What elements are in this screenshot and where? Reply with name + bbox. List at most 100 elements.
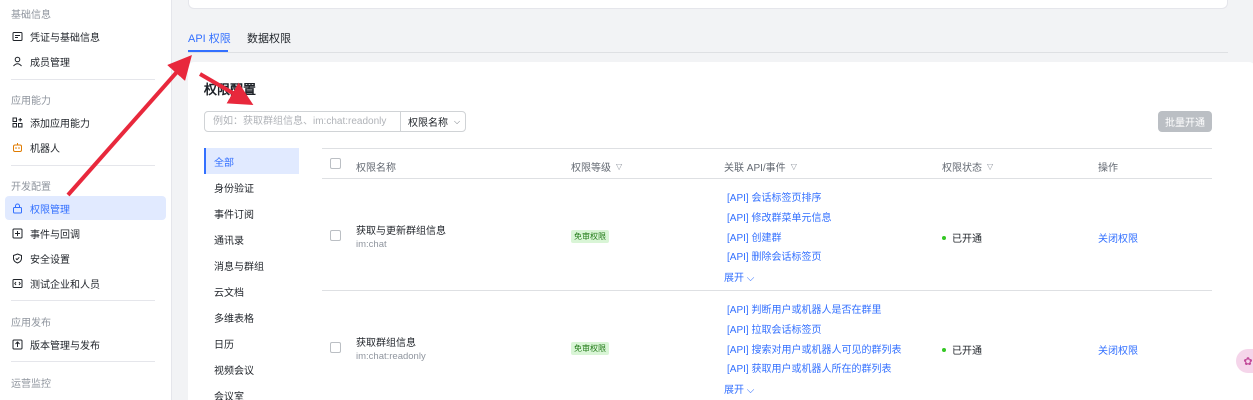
filter-icon[interactable]: ▽ xyxy=(616,162,622,171)
header-label: 权限状态 xyxy=(942,163,982,174)
header-action: 操作 xyxy=(1098,159,1118,174)
sidebar-item-versions[interactable]: 版本管理与发布 xyxy=(5,332,166,356)
id-card-icon xyxy=(12,31,23,42)
sidebar-item-events[interactable]: 事件与回调 xyxy=(5,221,166,245)
group-title-monitoring: 运营监控 xyxy=(11,379,51,390)
user-icon xyxy=(12,56,23,67)
shield-icon xyxy=(12,252,23,264)
apps-add-icon xyxy=(12,117,23,128)
header-status: 权限状态 ▽ xyxy=(942,159,993,174)
tab-label: API 权限 xyxy=(188,33,231,45)
tab-api-permissions[interactable]: API 权限 xyxy=(188,30,231,46)
category-item[interactable]: 多维表格 xyxy=(204,304,299,330)
permission-name: 获取群组信息 xyxy=(356,338,416,349)
sidebar-item-label: 权限管理 xyxy=(30,204,70,216)
group-title-capabilities: 应用能力 xyxy=(11,96,51,107)
category-item[interactable]: 会议室 xyxy=(204,382,299,400)
permission-code: im:chat xyxy=(356,239,387,250)
table-row: 获取群组信息 im:chat:readonly 免审权限 [API] 判断用户或… xyxy=(322,291,1212,400)
sidebar-divider xyxy=(11,300,155,301)
table-header: 权限名称 权限等级 ▽ 关联 API/事件 ▽ 权限状态 ▽ 操作 xyxy=(322,148,1212,179)
status-label: 已开通 xyxy=(952,234,982,245)
category-item[interactable]: 通讯录 xyxy=(204,226,299,252)
header-label: 权限名称 xyxy=(356,163,396,174)
expand-button[interactable]: 展开 ⌵ xyxy=(724,381,754,396)
api-link[interactable]: [API] 删除会话标签页 xyxy=(727,248,821,263)
status-indicator: 已开通 xyxy=(942,342,982,357)
category-item[interactable]: 事件订阅 xyxy=(204,200,299,226)
api-link[interactable]: [API] 会话标签页排序 xyxy=(727,189,821,204)
tab-active-indicator xyxy=(188,50,228,52)
select-value: 权限名称 xyxy=(408,118,448,129)
tabs: API 权限 数据权限 xyxy=(188,22,1228,53)
api-link[interactable]: [API] 修改群菜单元信息 xyxy=(727,209,831,224)
api-link[interactable]: [API] 创建群 xyxy=(727,229,781,244)
filter-icon[interactable]: ▽ xyxy=(987,162,993,171)
category-item[interactable]: 视频会议 xyxy=(204,356,299,382)
top-card xyxy=(188,0,1228,9)
sidebar-item-label: 机器人 xyxy=(30,143,60,155)
sidebar: 基础信息 凭证与基础信息 成员管理 应用能力 添加应用能力 机器人 开发配置 权… xyxy=(0,0,172,400)
sidebar-item-label: 测试企业和人员 xyxy=(30,279,100,291)
status-indicator: 已开通 xyxy=(942,230,982,245)
sidebar-item-label: 版本管理与发布 xyxy=(30,340,100,352)
api-link[interactable]: [API] 判断用户或机器人是否在群里 xyxy=(727,301,881,316)
status-label: 已开通 xyxy=(952,346,982,357)
api-link[interactable]: [API] 搜索对用户或机器人可见的群列表 xyxy=(727,341,901,356)
sidebar-item-label: 添加应用能力 xyxy=(30,118,90,130)
api-link[interactable]: [API] 获取用户或机器人所在的群列表 xyxy=(727,360,891,375)
row-checkbox[interactable] xyxy=(330,342,341,353)
header-name: 权限名称 xyxy=(356,159,396,174)
header-label: 关联 API/事件 xyxy=(724,163,786,174)
sidebar-item-label: 凭证与基础信息 xyxy=(30,32,100,44)
filter-icon[interactable]: ▽ xyxy=(791,162,797,171)
chevron-down-icon: ⌵ xyxy=(746,273,755,284)
expand-label: 展开 xyxy=(724,273,744,284)
sidebar-item-credentials[interactable]: 凭证与基础信息 xyxy=(5,24,166,48)
header-level: 权限等级 ▽ xyxy=(571,159,622,174)
tab-label: 数据权限 xyxy=(247,33,291,45)
permission-code: im:chat:readonly xyxy=(356,351,426,362)
api-link[interactable]: [API] 拉取会话标签页 xyxy=(727,321,821,336)
code-icon xyxy=(12,278,23,289)
sidebar-divider xyxy=(11,165,155,166)
category-item[interactable]: 云文档 xyxy=(204,278,299,304)
status-dot xyxy=(942,235,946,240)
group-title-dev-config: 开发配置 xyxy=(11,182,51,193)
sidebar-item-label: 安全设置 xyxy=(30,254,70,266)
row-checkbox[interactable] xyxy=(330,230,341,241)
search-input[interactable] xyxy=(204,111,401,132)
table-row: 获取与更新群组信息 im:chat 免审权限 [API] 会话标签页排序 [AP… xyxy=(322,179,1212,291)
close-permission-link[interactable]: 关闭权限 xyxy=(1098,230,1138,245)
sidebar-item-robot[interactable]: 机器人 xyxy=(5,135,166,159)
sidebar-item-test-tenants[interactable]: 测试企业和人员 xyxy=(5,271,166,295)
category-item[interactable]: 身份验证 xyxy=(204,174,299,200)
batch-enable-button[interactable]: 批量开通 xyxy=(1158,111,1212,132)
select-all-checkbox[interactable] xyxy=(330,158,341,169)
sidebar-item-security[interactable]: 安全设置 xyxy=(5,246,166,270)
page-title: 权限配置 xyxy=(204,82,257,97)
group-title-basic: 基础信息 xyxy=(11,10,51,21)
sidebar-item-add-capability[interactable]: 添加应用能力 xyxy=(5,110,166,134)
chevron-down-icon: ⌵ xyxy=(746,385,755,396)
permission-config-card: 权限配置 权限名称 ⌵ 批量开通 全部 身份验证 事件订阅 通讯录 消息与群组 … xyxy=(188,62,1253,400)
permission-name: 获取与更新群组信息 xyxy=(356,226,446,237)
expand-button[interactable]: 展开 ⌵ xyxy=(724,269,754,284)
plus-square-icon xyxy=(12,228,23,239)
close-permission-link[interactable]: 关闭权限 xyxy=(1098,342,1138,357)
review-free-badge: 免审权限 xyxy=(571,230,609,243)
upload-icon xyxy=(12,339,23,350)
sidebar-item-permissions[interactable]: 权限管理 xyxy=(5,196,166,220)
search-field-select[interactable]: 权限名称 ⌵ xyxy=(400,111,466,132)
sidebar-divider xyxy=(11,361,155,362)
category-item[interactable]: 消息与群组 xyxy=(204,252,299,278)
sidebar-item-label: 成员管理 xyxy=(30,57,70,69)
chevron-down-icon: ⌵ xyxy=(454,116,461,126)
category-item[interactable]: 日历 xyxy=(204,330,299,356)
sidebar-divider xyxy=(11,79,155,80)
assistant-icon[interactable]: ✿ xyxy=(1236,349,1253,373)
category-item[interactable]: 全部 xyxy=(204,148,299,174)
robot-icon xyxy=(12,142,23,153)
tab-data-permissions[interactable]: 数据权限 xyxy=(247,30,291,46)
sidebar-item-members[interactable]: 成员管理 xyxy=(5,49,166,73)
